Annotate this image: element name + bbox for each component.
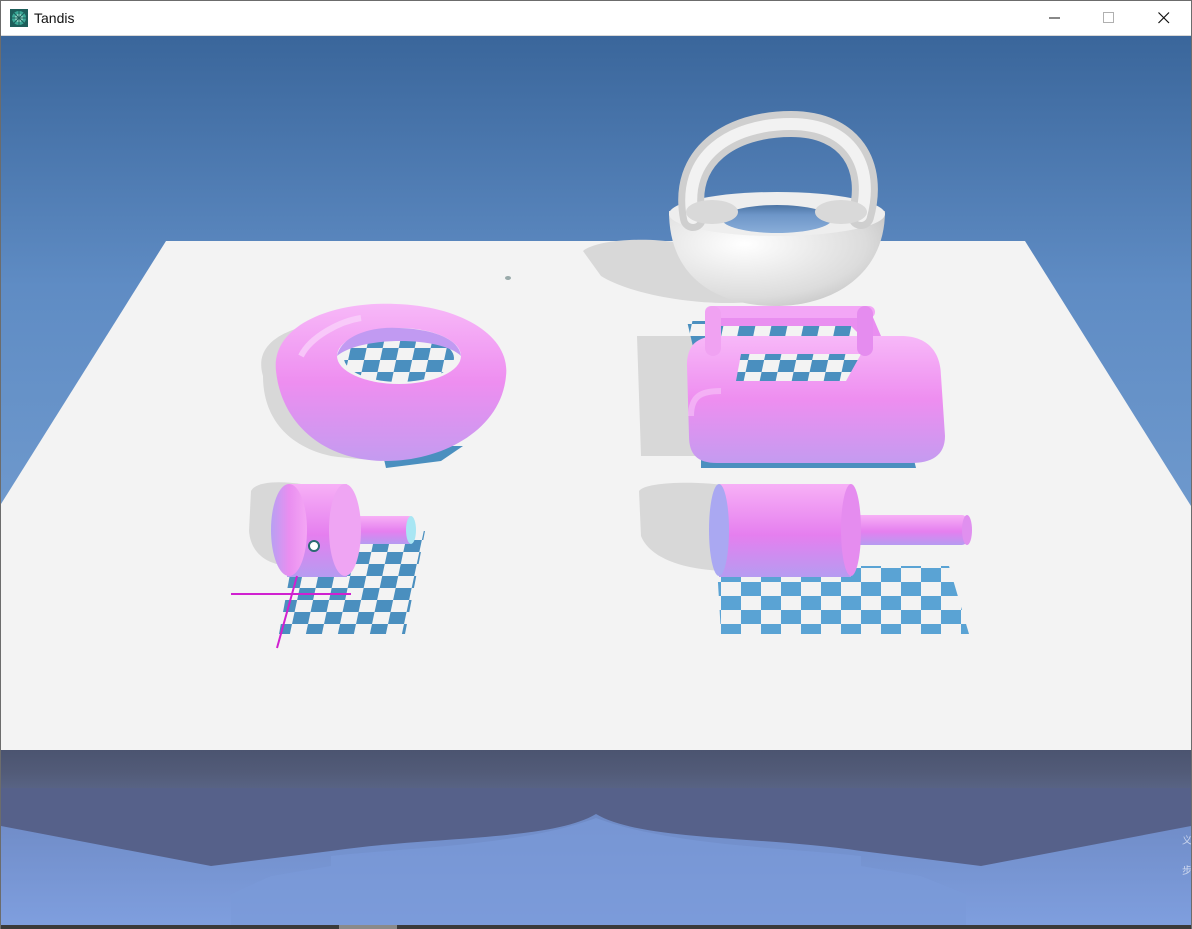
title-bar[interactable]: Tandis (1, 1, 1191, 36)
edge-glyph-2: 步 (1182, 865, 1191, 877)
close-icon (1158, 12, 1170, 24)
edge-glyph: 义 (1182, 835, 1191, 847)
maximize-button[interactable] (1082, 1, 1136, 35)
maximize-icon (1103, 12, 1114, 23)
3d-viewport[interactable]: 义 步 (1, 36, 1191, 929)
close-button[interactable] (1137, 1, 1191, 35)
minimize-icon (1049, 17, 1060, 19)
tandis-app-icon (10, 9, 28, 27)
table-surface (1, 241, 1191, 752)
minimize-button[interactable] (1028, 1, 1082, 35)
app-window: Tandis 义 步 (0, 0, 1192, 929)
scene-canvas[interactable]: 义 步 (1, 36, 1191, 929)
table-edge (1, 750, 1191, 794)
bottom-strip (1, 925, 1191, 929)
bottom-strip-thumb[interactable] (339, 925, 397, 929)
scene-marker (505, 276, 511, 280)
window-title: Tandis (34, 10, 75, 26)
